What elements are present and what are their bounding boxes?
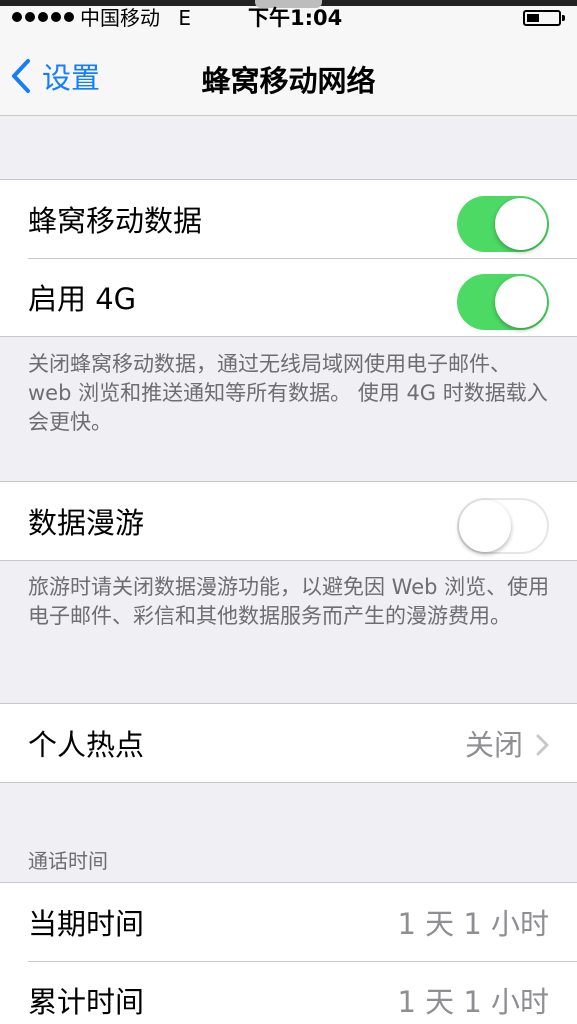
lifetime-label: 累计时间	[28, 985, 145, 1019]
current-period-value: 1 天 1 小时	[397, 907, 549, 941]
call-time-header: 通话时间	[28, 849, 108, 873]
cellular-settings-group: 蜂窝移动数据 启用 4G	[0, 179, 577, 337]
lifetime-row: 累计时间 1 天 1 小时	[0, 961, 577, 1024]
data-roaming-label: 数据漫游	[28, 506, 145, 540]
enable-4g-label: 启用 4G	[28, 282, 137, 316]
roaming-footnote: 旅游时请关闭数据漫游功能，以避免因 Web 浏览、使用电子邮件、彩信和其他数据服…	[28, 575, 550, 628]
call-time-group: 当期时间 1 天 1 小时 累计时间 1 天 1 小时	[0, 882, 577, 1024]
status-time: 下午1:04	[248, 6, 343, 30]
battery-icon	[523, 10, 565, 26]
data-roaming-row: 数据漫游	[0, 482, 577, 560]
switch-knob	[495, 198, 547, 250]
status-bar: 中国移动 E 下午1:04	[0, 0, 577, 38]
switch-knob	[495, 276, 547, 328]
current-period-label: 当期时间	[28, 907, 145, 941]
chevron-right-icon	[536, 734, 549, 756]
navigation-bar: 设置 蜂窝移动网络	[0, 38, 577, 116]
data-roaming-switch[interactable]	[457, 498, 549, 554]
screen: 中国移动 E 下午1:04 设置 蜂窝移动网络 蜂窝移动数据 启用 4G 关闭蜂…	[0, 0, 577, 1024]
page-title: 蜂窝移动网络	[201, 64, 376, 98]
personal-hotspot-label: 个人热点	[28, 728, 145, 762]
personal-hotspot-value: 关闭	[464, 728, 523, 762]
network-type: E	[178, 6, 191, 30]
cellular-data-row: 蜂窝移动数据	[0, 180, 577, 258]
signal-strength-icon	[12, 12, 74, 22]
hotspot-group: 个人热点 关闭	[0, 703, 577, 783]
enable-4g-row: 启用 4G	[0, 258, 577, 336]
lifetime-value: 1 天 1 小时	[397, 985, 549, 1019]
carrier-name: 中国移动	[80, 6, 160, 30]
current-period-row: 当期时间 1 天 1 小时	[0, 883, 577, 961]
roaming-settings-group: 数据漫游	[0, 481, 577, 561]
personal-hotspot-row[interactable]: 个人热点 关闭	[0, 704, 577, 782]
cellular-footnote: 关闭蜂窝移动数据，通过无线局域网使用电子邮件、web 浏览和推送通知等所有数据。…	[28, 352, 548, 434]
carrier-label: 中国移动 E	[80, 4, 191, 32]
switch-knob	[459, 500, 511, 552]
enable-4g-switch[interactable]	[457, 274, 549, 330]
cellular-data-label: 蜂窝移动数据	[28, 204, 203, 238]
cellular-data-switch[interactable]	[457, 196, 549, 252]
